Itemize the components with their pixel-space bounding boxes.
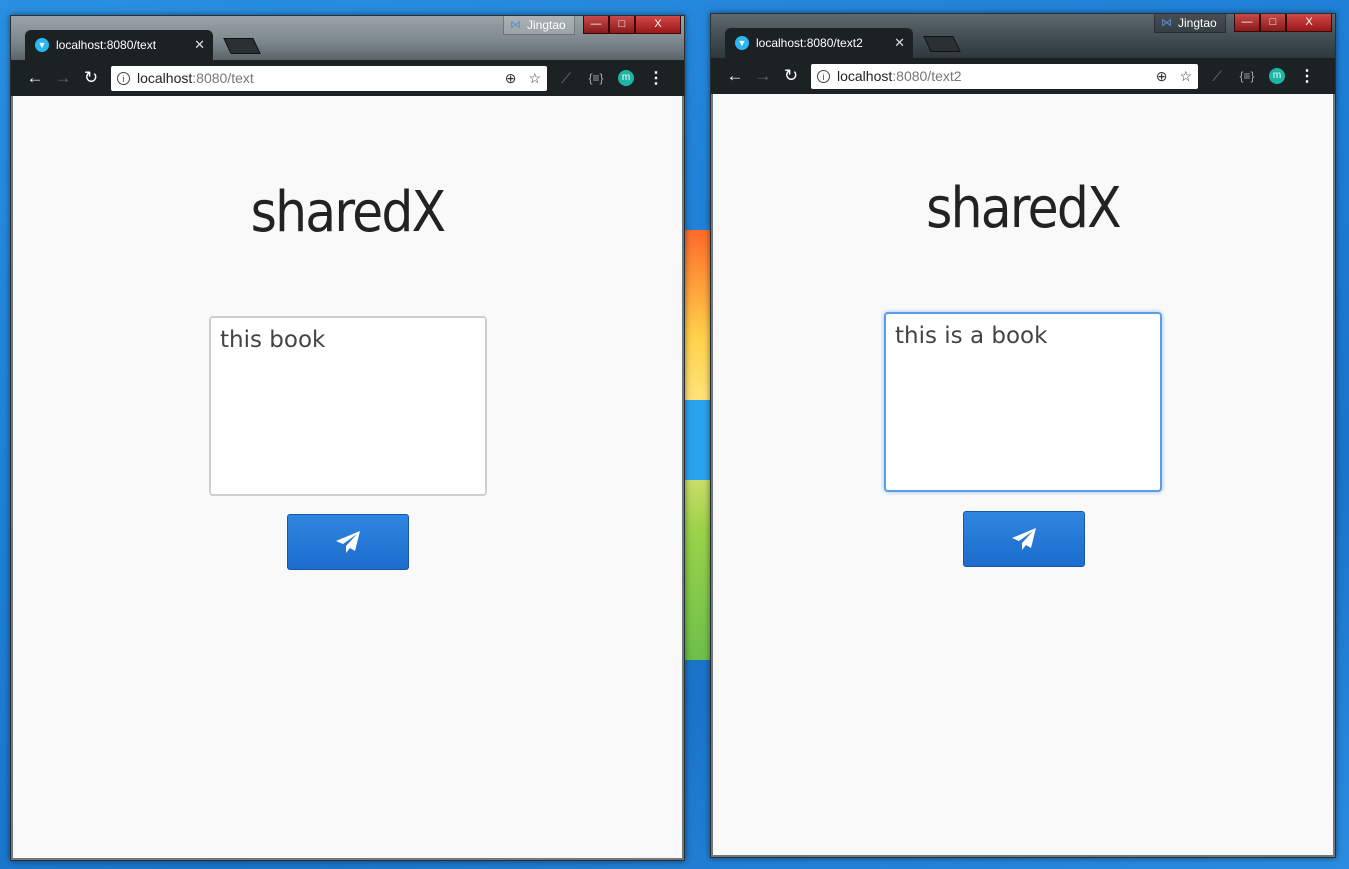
star-icon[interactable]: ☆: [1179, 68, 1192, 85]
address-bar[interactable]: i localhost:8080/text2 ⊕ ☆: [811, 63, 1198, 89]
close-window-button[interactable]: X: [1286, 14, 1332, 32]
site-favicon-icon: ▼: [735, 36, 749, 50]
json-extension-icon[interactable]: {≡}: [581, 71, 611, 85]
star-icon[interactable]: ☆: [528, 70, 541, 87]
title-bar[interactable]: ⋈ Jingtao — □ X ▼ localhost:8080/text ✕: [11, 16, 684, 60]
address-bar[interactable]: i localhost:8080/text ⊕ ☆: [111, 65, 547, 91]
tab-active[interactable]: ▼ localhost:8080/text ✕: [25, 30, 213, 60]
close-window-button[interactable]: X: [635, 16, 681, 34]
kebab-menu-icon[interactable]: ⋮: [1292, 66, 1322, 86]
url-host: localhost: [137, 70, 193, 86]
tab-close-icon[interactable]: ✕: [194, 37, 205, 53]
info-icon[interactable]: i: [817, 69, 830, 83]
minimize-button[interactable]: —: [583, 16, 609, 34]
send-button[interactable]: [287, 514, 409, 570]
back-arrow-icon[interactable]: ←: [21, 68, 49, 88]
page-content: sharedX this book: [13, 96, 682, 858]
m-extension-icon[interactable]: m: [618, 70, 634, 86]
zoom-icon[interactable]: ⊕: [505, 70, 517, 87]
desktop-wallpaper-accent: [684, 400, 710, 480]
reload-icon[interactable]: ↻: [77, 68, 105, 88]
m-extension-icon[interactable]: m: [1269, 68, 1285, 84]
info-icon[interactable]: i: [117, 71, 130, 85]
forward-arrow-icon[interactable]: →: [49, 68, 77, 88]
page-content: sharedX this is a book: [713, 94, 1333, 855]
page-title: sharedX: [926, 176, 1121, 241]
profile-icon: ⋈: [510, 19, 521, 31]
browser-window-right: ⋈ Jingtao — □ X ▼ localhost:8080/text2 ✕…: [710, 13, 1336, 858]
new-tab-button[interactable]: [223, 38, 261, 54]
paper-plane-icon: [336, 531, 360, 553]
site-favicon-icon: ▼: [35, 38, 49, 52]
zoom-icon[interactable]: ⊕: [1156, 68, 1168, 85]
url-host: localhost: [837, 68, 893, 84]
browser-window-left: ⋈ Jingtao — □ X ▼ localhost:8080/text ✕ …: [10, 15, 685, 861]
profile-button[interactable]: ⋈ Jingtao: [1154, 14, 1226, 33]
profile-name: Jingtao: [1178, 16, 1217, 30]
shared-text-input[interactable]: this book: [209, 316, 487, 496]
forward-arrow-icon[interactable]: →: [749, 66, 777, 86]
kebab-menu-icon[interactable]: ⋮: [641, 68, 671, 88]
browser-toolbar: ← → ↻ i localhost:8080/text2 ⊕ ☆ ⟋ {≡} m…: [711, 58, 1335, 94]
tab-active[interactable]: ▼ localhost:8080/text2 ✕: [725, 28, 913, 58]
paper-plane-icon: [1012, 528, 1036, 550]
page-title: sharedX: [250, 180, 446, 245]
new-tab-button[interactable]: [923, 36, 961, 52]
send-button[interactable]: [963, 511, 1085, 567]
url-path: :8080/text2: [892, 68, 962, 84]
tab-title: localhost:8080/text2: [756, 36, 863, 50]
profile-button[interactable]: ⋈ Jingtao: [503, 16, 575, 35]
shared-text-input[interactable]: this is a book: [884, 312, 1162, 492]
title-bar[interactable]: ⋈ Jingtao — □ X ▼ localhost:8080/text2 ✕: [711, 14, 1335, 58]
profile-name: Jingtao: [527, 18, 566, 32]
pdf-extension-icon[interactable]: ⟋: [1202, 68, 1232, 85]
profile-icon: ⋈: [1161, 17, 1172, 29]
tab-close-icon[interactable]: ✕: [894, 35, 905, 51]
maximize-button[interactable]: □: [609, 16, 635, 34]
back-arrow-icon[interactable]: ←: [721, 66, 749, 86]
minimize-button[interactable]: —: [1234, 14, 1260, 32]
reload-icon[interactable]: ↻: [777, 66, 805, 86]
maximize-button[interactable]: □: [1260, 14, 1286, 32]
json-extension-icon[interactable]: {≡}: [1232, 69, 1262, 83]
tab-title: localhost:8080/text: [56, 38, 157, 52]
browser-toolbar: ← → ↻ i localhost:8080/text ⊕ ☆ ⟋ {≡} m …: [11, 60, 684, 96]
url-path: :8080/text: [192, 70, 254, 86]
pdf-extension-icon[interactable]: ⟋: [551, 70, 581, 87]
